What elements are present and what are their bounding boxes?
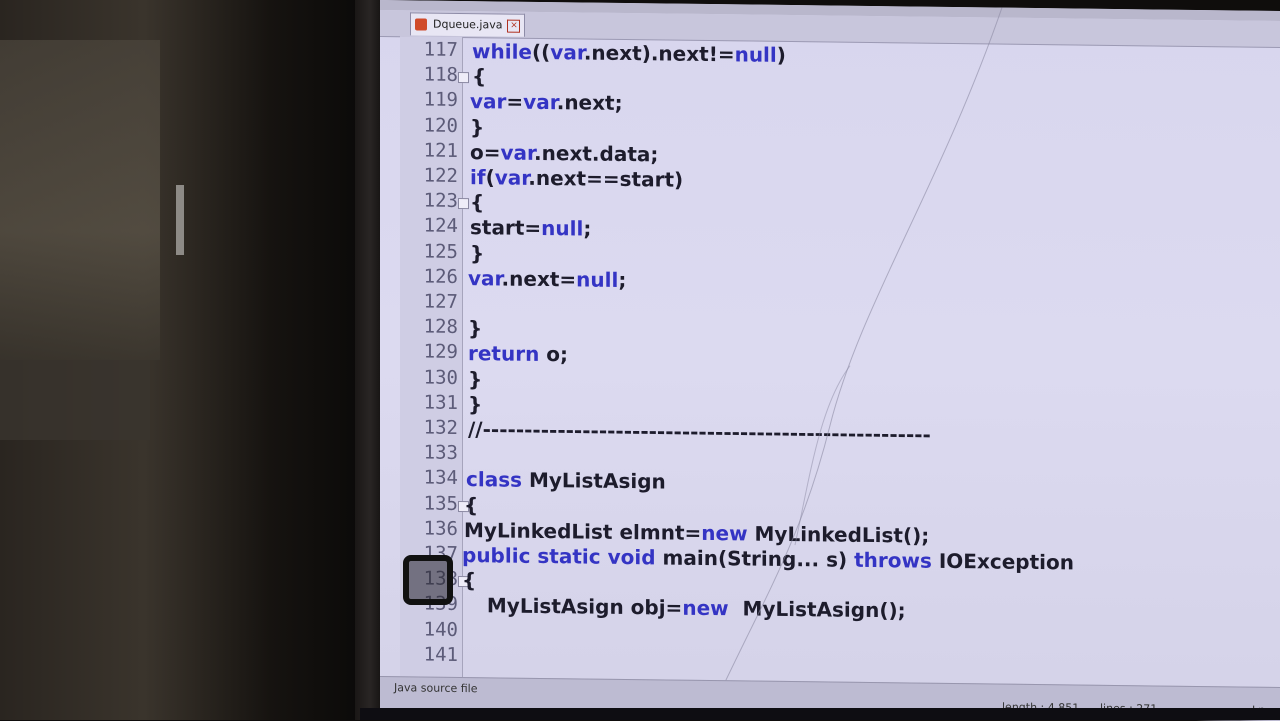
window-light: [0, 40, 160, 360]
status-file-type: Java source file: [394, 681, 478, 696]
window-light-lower: [0, 360, 150, 440]
wall-fixture: [176, 185, 184, 255]
monitor-screen: Dqueue.java × 117 118 119 120 121 122 123 124 12…: [380, 0, 1280, 721]
screen-crack-lines: [709, 7, 1003, 715]
windows-taskbar: [360, 708, 1280, 720]
pointer-overlay-icon: [403, 555, 453, 605]
